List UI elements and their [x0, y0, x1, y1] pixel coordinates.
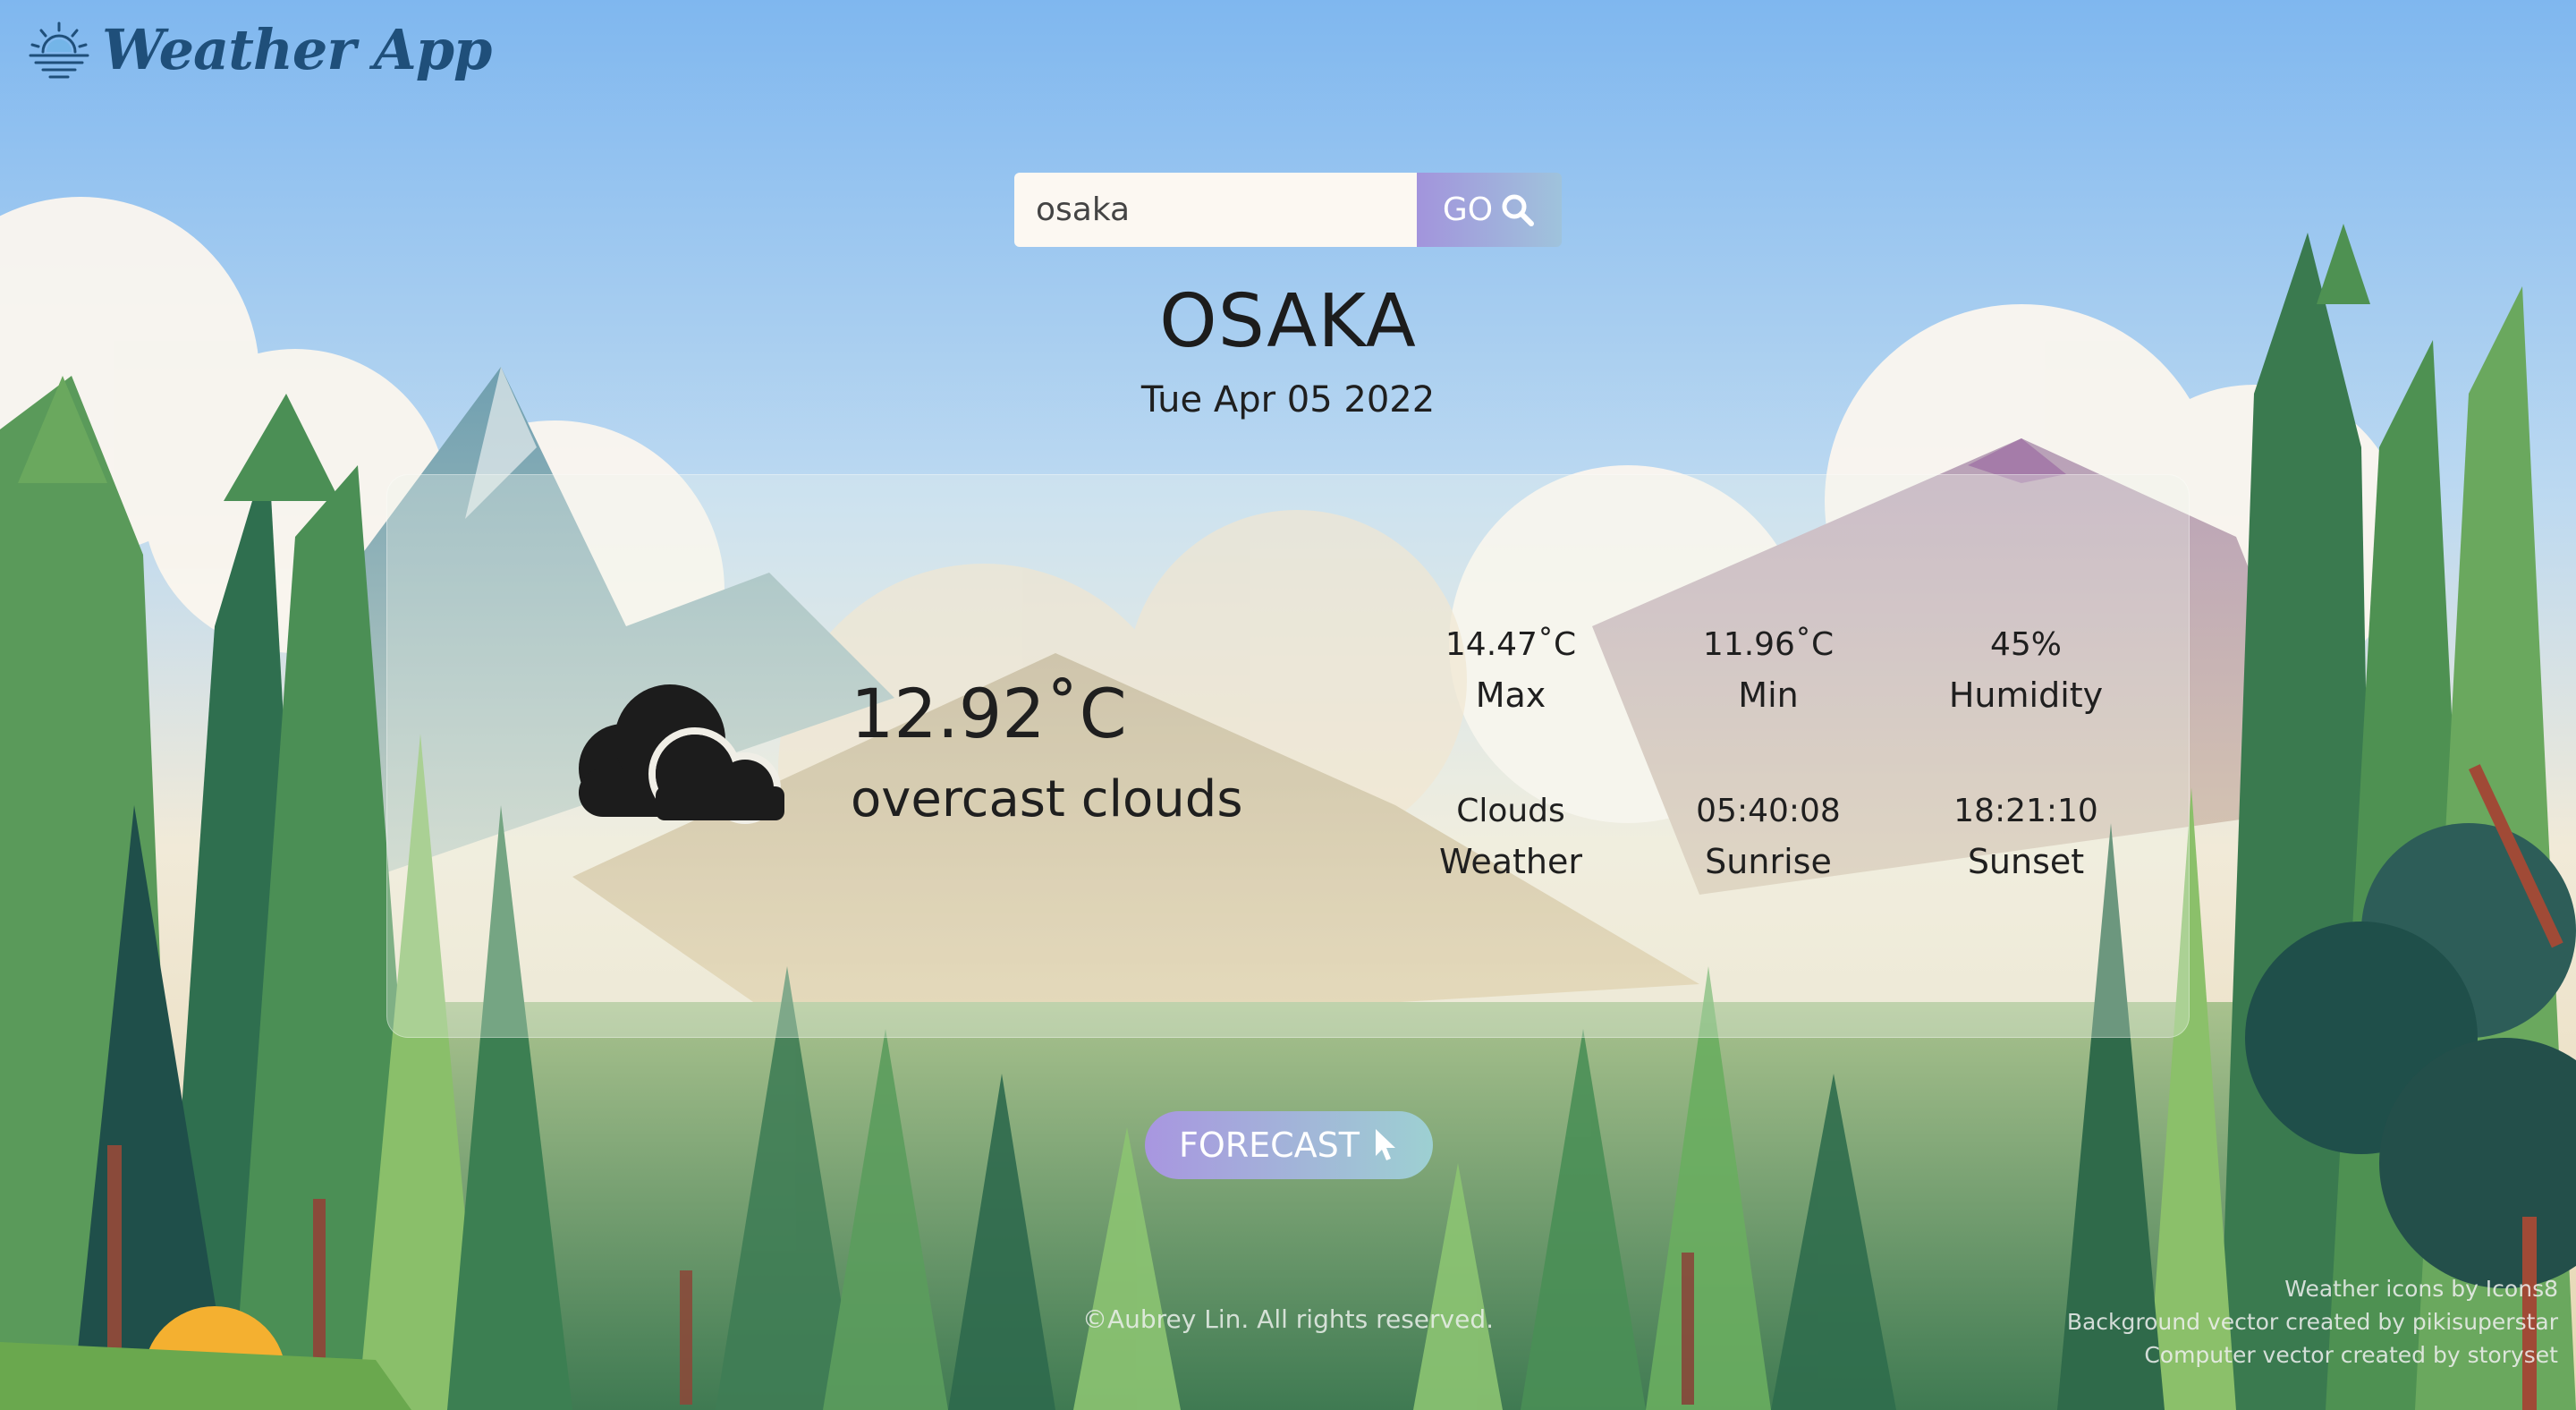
sun-horizon-icon	[29, 21, 89, 79]
credits: Weather icons by Icons8 Background vecto…	[2067, 1272, 2558, 1372]
search-input[interactable]	[1014, 173, 1417, 247]
stat-value: 18:21:10	[1953, 793, 2098, 829]
stat-label: Weather	[1439, 842, 1582, 881]
current-date: Tue Apr 05 2022	[1140, 379, 1436, 420]
weather-card: 12.92˚C overcast clouds 14.47˚C Max 11.9…	[386, 474, 2190, 1038]
app-title: Weather App	[102, 16, 492, 82]
stat-label: Humidity	[1948, 675, 2104, 715]
stat-min: 11.96˚C Min	[1640, 622, 1897, 788]
app-logo[interactable]: Weather App	[27, 16, 492, 82]
stat-value: Clouds	[1456, 793, 1565, 829]
stat-value: 45%	[1989, 626, 2062, 663]
current-temperature: 12.92˚C	[851, 674, 1127, 753]
forecast-button[interactable]: FORECAST	[1145, 1111, 1433, 1179]
city-name: OSAKA	[1159, 279, 1417, 364]
credit-background: Background vector created by pikisuperst…	[2066, 1309, 2558, 1335]
stat-sunset: 18:21:10 Sunset	[1897, 788, 2155, 905]
stat-label: Sunrise	[1705, 842, 1832, 881]
credit-icons: Weather icons by Icons8	[2284, 1276, 2558, 1302]
credit-computer: Computer vector created by storyset	[2144, 1342, 2558, 1368]
go-button-label: GO	[1442, 191, 1494, 228]
cursor-icon	[1376, 1129, 1396, 1160]
stat-value: 14.47˚C	[1445, 626, 1577, 663]
stat-value: 11.96˚C	[1702, 626, 1835, 663]
copyright-text: ©Aubrey Lin. All rights reserved.	[1081, 1304, 1494, 1334]
go-button[interactable]: GO	[1417, 173, 1562, 247]
stat-max: 14.47˚C Max	[1382, 622, 1640, 788]
stat-weather: Clouds Weather	[1382, 788, 1640, 905]
stat-value: 05:40:08	[1696, 793, 1841, 829]
weather-description: overcast clouds	[851, 770, 1243, 828]
stat-label: Sunset	[1967, 842, 2085, 881]
weather-stats: 14.47˚C Max 11.96˚C Min 45% Humidity Clo…	[1382, 622, 2155, 905]
stat-label: Max	[1475, 675, 1546, 715]
stat-humidity: 45% Humidity	[1897, 622, 2155, 788]
cloud-icon	[579, 684, 784, 824]
search-icon	[1502, 194, 1535, 226]
stat-label: Min	[1738, 675, 1799, 715]
stat-sunrise: 05:40:08 Sunrise	[1640, 788, 1897, 905]
search-bar: GO	[1014, 173, 1562, 247]
forecast-button-label: FORECAST	[1178, 1125, 1360, 1165]
